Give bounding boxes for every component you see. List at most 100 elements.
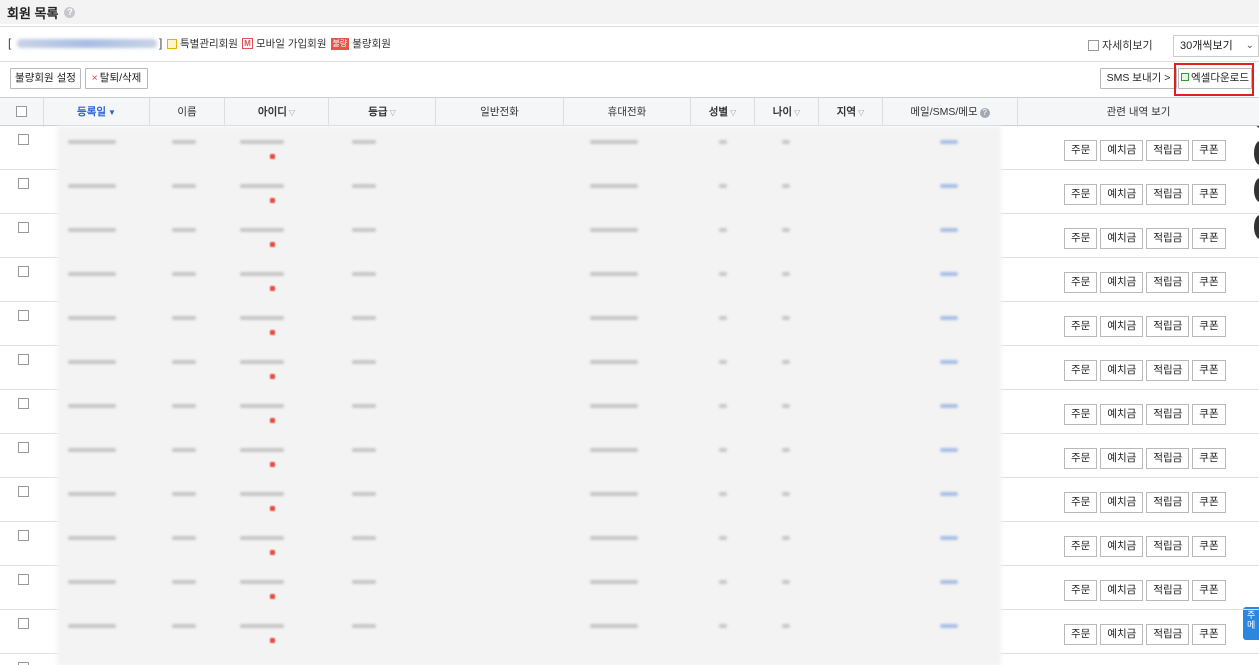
blurred-value [590, 624, 638, 628]
blurred-value [719, 580, 727, 584]
select-all-checkbox[interactable] [16, 105, 27, 117]
blurred-value [590, 492, 638, 496]
deposit-button[interactable]: 예치금 [1100, 448, 1144, 469]
points-button[interactable]: 적립금 [1146, 448, 1190, 469]
blurred-flag [270, 506, 275, 511]
coupon-button[interactable]: 쿠폰 [1192, 184, 1226, 205]
coupon-button[interactable]: 쿠폰 [1192, 492, 1226, 513]
withdraw-delete-button[interactable]: × 탈퇴/삭제 [85, 68, 148, 89]
row-checkbox[interactable] [18, 398, 29, 409]
deposit-button[interactable]: 예치금 [1100, 228, 1144, 249]
deposit-button[interactable]: 예치금 [1100, 624, 1144, 645]
blurred-flag [270, 242, 275, 247]
coupon-button[interactable]: 쿠폰 [1192, 316, 1226, 337]
blurred-value [352, 272, 376, 276]
row-checkbox[interactable] [18, 486, 29, 497]
row-checkbox[interactable] [18, 574, 29, 585]
coupon-button[interactable]: 쿠폰 [1192, 624, 1226, 645]
points-button[interactable]: 적립금 [1146, 404, 1190, 425]
order-button[interactable]: 주문 [1064, 536, 1098, 557]
points-button[interactable]: 적립금 [1146, 580, 1190, 601]
coupon-button[interactable]: 쿠폰 [1192, 448, 1226, 469]
points-button[interactable]: 적립금 [1146, 316, 1190, 337]
legend-mobile: 모바일 가입회원 [255, 38, 327, 50]
row-actions: 주문 예치금 적립금 쿠폰 [1064, 228, 1226, 249]
points-button[interactable]: 적립금 [1146, 228, 1190, 249]
bad-member-setting-button[interactable]: 불량회원 설정 [10, 68, 81, 89]
row-checkbox[interactable] [18, 222, 29, 233]
points-button[interactable]: 적립금 [1146, 140, 1190, 161]
row-checkbox[interactable] [18, 618, 29, 629]
blurred-value [940, 448, 958, 452]
blurred-value [172, 448, 196, 452]
column-header[interactable]: 지역 ▽ [819, 98, 883, 127]
row-checkbox[interactable] [18, 354, 29, 365]
order-button[interactable]: 주문 [1064, 580, 1098, 601]
order-button[interactable]: 주문 [1064, 272, 1098, 293]
column-header[interactable]: 아이디 ▽ [225, 98, 329, 127]
deposit-button[interactable]: 예치금 [1100, 140, 1144, 161]
row-checkbox[interactable] [18, 530, 29, 541]
blurred-value [172, 272, 196, 276]
row-checkbox[interactable] [18, 442, 29, 453]
order-button[interactable]: 주문 [1064, 360, 1098, 381]
deposit-button[interactable]: 예치금 [1100, 492, 1144, 513]
points-button[interactable]: 적립금 [1146, 624, 1190, 645]
blurred-value [719, 316, 727, 320]
blurred-value [940, 140, 958, 144]
column-header[interactable]: 등록일 ▼ [44, 98, 150, 127]
deposit-button[interactable]: 예치금 [1100, 536, 1144, 557]
detail-view-checkbox[interactable] [1088, 39, 1099, 51]
per-page-select[interactable]: 30개씩보기 ⌄ [1173, 35, 1259, 57]
blurred-value [940, 272, 958, 276]
row-checkbox[interactable] [18, 178, 29, 189]
blurred-value [782, 624, 790, 628]
coupon-button[interactable]: 쿠폰 [1192, 228, 1226, 249]
coupon-button[interactable]: 쿠폰 [1192, 536, 1226, 557]
order-button[interactable]: 주문 [1064, 624, 1098, 645]
deposit-button[interactable]: 예치금 [1100, 272, 1144, 293]
blurred-value [172, 492, 196, 496]
deposit-button[interactable]: 예치금 [1100, 360, 1144, 381]
order-button[interactable]: 주문 [1064, 448, 1098, 469]
help-icon[interactable]: ? [64, 6, 76, 18]
row-checkbox[interactable] [18, 266, 29, 277]
sms-send-button[interactable]: SMS 보내기 > [1100, 68, 1177, 89]
points-button[interactable]: 적립금 [1146, 360, 1190, 381]
points-button[interactable]: 적립금 [1146, 536, 1190, 557]
row-actions: 주문 예치금 적립금 쿠폰 [1064, 624, 1226, 645]
row-actions: 주문 예치금 적립금 쿠폰 [1064, 316, 1226, 337]
deposit-button[interactable]: 예치금 [1100, 184, 1144, 205]
order-button[interactable]: 주문 [1064, 404, 1098, 425]
column-header: 이름 [150, 98, 225, 127]
blurred-value [68, 624, 116, 628]
order-button[interactable]: 주문 [1064, 140, 1098, 161]
order-button[interactable]: 주문 [1064, 492, 1098, 513]
deposit-button[interactable]: 예치금 [1100, 316, 1144, 337]
blurred-value [352, 316, 376, 320]
column-header[interactable]: 성별 ▽ [691, 98, 755, 127]
row-checkbox[interactable] [18, 134, 29, 145]
points-button[interactable]: 적립금 [1146, 272, 1190, 293]
order-button[interactable]: 주문 [1064, 228, 1098, 249]
bracket-right: ] [159, 36, 163, 50]
coupon-button[interactable]: 쿠폰 [1192, 360, 1226, 381]
coupon-button[interactable]: 쿠폰 [1192, 580, 1226, 601]
table-header: 등록일 ▼ 이름 아이디 ▽ 등급 ▽ 일반전화 휴대전화 성별 ▽ 나이 ▽ 지역 ▽ 메… [0, 97, 1259, 127]
help-icon[interactable]: ? [979, 108, 990, 118]
row-checkbox[interactable] [18, 310, 29, 321]
detail-view-toggle[interactable]: 자세히보기 [1088, 37, 1153, 53]
column-header[interactable]: 나이 ▽ [755, 98, 819, 127]
deposit-button[interactable]: 예치금 [1100, 404, 1144, 425]
column-header[interactable]: 등급 ▽ [329, 98, 436, 127]
deposit-button[interactable]: 예치금 [1100, 580, 1144, 601]
column-header: 휴대전화 [564, 98, 691, 127]
coupon-button[interactable]: 쿠폰 [1192, 272, 1226, 293]
points-button[interactable]: 적립금 [1146, 184, 1190, 205]
points-button[interactable]: 적립금 [1146, 492, 1190, 513]
coupon-button[interactable]: 쿠폰 [1192, 140, 1226, 161]
order-button[interactable]: 주문 [1064, 184, 1098, 205]
order-button[interactable]: 주문 [1064, 316, 1098, 337]
coupon-button[interactable]: 쿠폰 [1192, 404, 1226, 425]
blurred-value [940, 580, 958, 584]
